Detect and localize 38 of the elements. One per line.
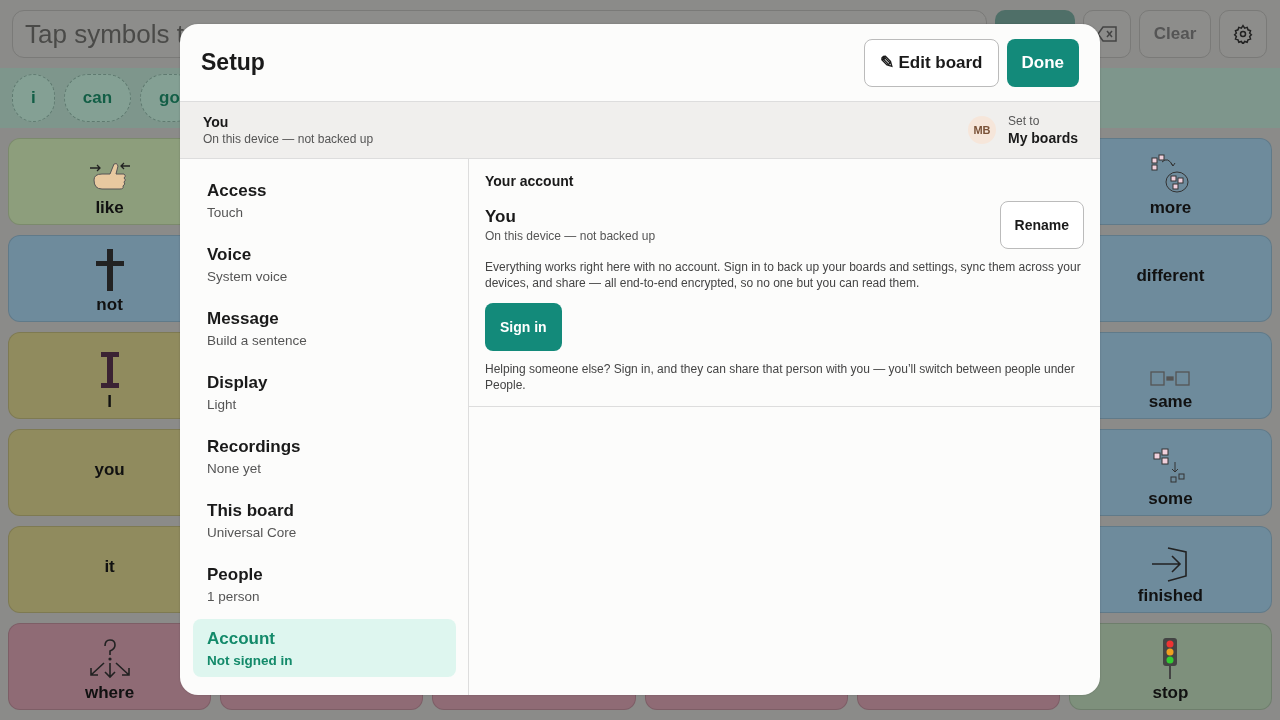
- dialog-title: Setup: [201, 49, 265, 76]
- tile-label: I: [107, 392, 112, 412]
- tile-label: same: [1148, 392, 1193, 412]
- pencil-icon: ✎: [880, 52, 895, 73]
- tile-label: where: [85, 683, 135, 703]
- done-button[interactable]: Done: [1006, 38, 1079, 87]
- avatar: MB: [968, 116, 996, 144]
- section-heading: Your account: [485, 173, 575, 189]
- account-status: On this device — not backed up: [485, 229, 656, 243]
- profile-name: You: [203, 114, 230, 130]
- tile-label: different: [1136, 265, 1205, 286]
- tile-label: finished: [1137, 586, 1203, 606]
- cross-icon: [95, 249, 124, 291]
- set-to-label: Set to: [1008, 114, 1041, 128]
- tile-label: stop: [1152, 683, 1189, 703]
- edit-board-button[interactable]: ✎ Edit board: [864, 38, 999, 87]
- squares-into-circle-icon: [1150, 154, 1191, 194]
- tile-label: it: [104, 556, 115, 577]
- settings-icon: [1233, 24, 1253, 44]
- tile-label: some: [1148, 489, 1193, 509]
- rename-button[interactable]: Rename: [999, 201, 1084, 249]
- tile-label: you: [94, 459, 125, 480]
- word-chip[interactable]: i: [12, 74, 55, 122]
- sign-in-button[interactable]: Sign in: [485, 303, 562, 351]
- account-name: You: [485, 207, 517, 227]
- traffic-light-icon: [1162, 637, 1179, 679]
- squares-down-icon: [1153, 447, 1188, 485]
- tile-label: like: [95, 198, 124, 218]
- tile-label: not: [96, 295, 123, 315]
- i-beam-icon: [100, 352, 119, 388]
- button-label: Edit board: [898, 52, 983, 73]
- equal-squares-icon: [1150, 370, 1191, 388]
- backspace-icon: [1097, 26, 1117, 42]
- settings-button[interactable]: [1219, 10, 1267, 58]
- tile-label: more: [1149, 198, 1192, 218]
- question-arrows-icon: [87, 639, 132, 679]
- nav-item[interactable]: Account Not signed in: [193, 619, 456, 677]
- word-chip[interactable]: can: [63, 74, 132, 122]
